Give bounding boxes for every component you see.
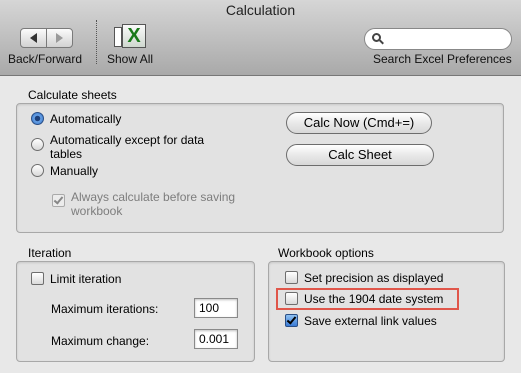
calculate-sheets-title: Calculate sheets bbox=[28, 88, 117, 102]
max-iterations-label: Maximum iterations: bbox=[51, 302, 159, 316]
max-change-field[interactable]: 0.001 bbox=[194, 329, 238, 349]
show-all-button[interactable]: X bbox=[112, 24, 148, 50]
save-external-links-checkbox[interactable] bbox=[285, 314, 298, 327]
limit-iteration-checkbox[interactable] bbox=[31, 272, 44, 285]
search-input[interactable] bbox=[387, 31, 505, 47]
back-button[interactable] bbox=[20, 28, 47, 48]
calc-sheet-button[interactable]: Calc Sheet bbox=[286, 144, 434, 166]
radio-automatically-except-tables[interactable] bbox=[31, 138, 44, 151]
window-title: Calculation bbox=[225, 2, 296, 18]
back-arrow-icon bbox=[30, 33, 37, 43]
radio-except-tables-label-line2[interactable]: tables bbox=[50, 147, 82, 161]
search-icon bbox=[372, 33, 384, 45]
always-calculate-label-line2: workbook bbox=[71, 204, 123, 218]
save-external-links-label[interactable]: Save external link values bbox=[304, 314, 437, 328]
search-field[interactable] bbox=[364, 28, 512, 50]
radio-except-tables-label-line1[interactable]: Automatically except for data bbox=[50, 133, 204, 147]
workbook-options-title: Workbook options bbox=[278, 246, 374, 260]
limit-iteration-label[interactable]: Limit iteration bbox=[50, 272, 121, 286]
document-icon bbox=[114, 27, 122, 47]
radio-automatically[interactable] bbox=[31, 112, 44, 125]
set-precision-checkbox[interactable] bbox=[285, 271, 298, 284]
excel-icon: X bbox=[122, 24, 146, 48]
max-iterations-field[interactable]: 100 bbox=[194, 298, 238, 318]
forward-arrow-icon bbox=[56, 33, 63, 43]
iteration-title: Iteration bbox=[28, 246, 72, 260]
back-forward-control bbox=[20, 28, 74, 48]
preferences-pane: Calculate sheets Automatically Automatic… bbox=[0, 77, 521, 373]
always-calculate-label-line1: Always calculate before saving bbox=[71, 190, 236, 204]
highlight-box bbox=[276, 288, 459, 310]
checkmark-icon bbox=[286, 314, 297, 325]
back-forward-label: Back/Forward bbox=[8, 52, 83, 66]
radio-manually[interactable] bbox=[31, 164, 44, 177]
checkmark-icon bbox=[53, 194, 64, 205]
toolbar-separator bbox=[96, 20, 97, 64]
radio-manually-label[interactable]: Manually bbox=[50, 164, 98, 178]
max-change-label: Maximum change: bbox=[51, 334, 150, 348]
forward-button[interactable] bbox=[46, 28, 73, 48]
search-label: Search Excel Preferences bbox=[373, 52, 512, 66]
calc-now-button[interactable]: Calc Now (Cmd+=) bbox=[286, 112, 432, 134]
always-calculate-checkbox[interactable] bbox=[52, 194, 65, 207]
set-precision-label[interactable]: Set precision as displayed bbox=[304, 271, 443, 285]
show-all-label[interactable]: Show All bbox=[107, 52, 153, 66]
radio-automatically-label[interactable]: Automatically bbox=[50, 112, 121, 126]
toolbar: Calculation Back/Forward X Show All Sear… bbox=[0, 0, 521, 76]
